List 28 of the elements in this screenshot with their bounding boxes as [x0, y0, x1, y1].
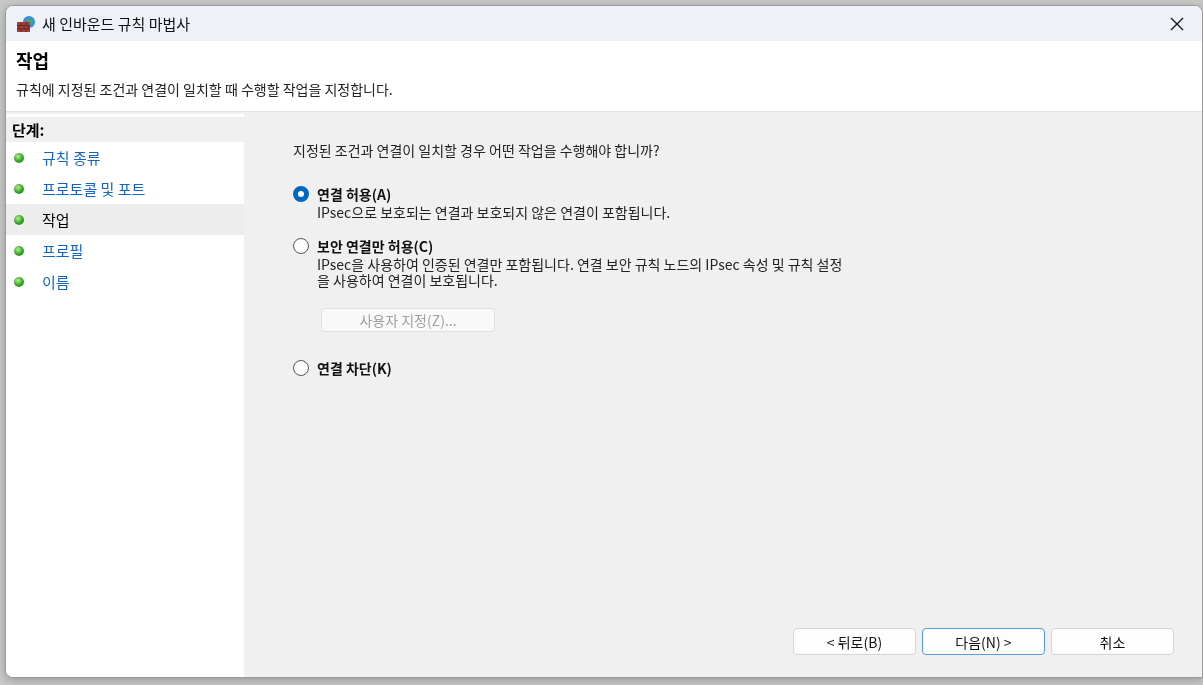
- radio-button[interactable]: [293, 238, 309, 254]
- option-label[interactable]: 연결 허용(A): [317, 184, 392, 204]
- status-dot-icon: [14, 276, 24, 287]
- firewall-globe-icon: [16, 14, 36, 33]
- step-item[interactable]: 프로토콜 및 포트: [6, 173, 244, 204]
- dialog-button[interactable]: < 뒤로(B): [793, 628, 916, 655]
- option-description: IPsec을 사용하여 인증된 연결만 포함됩니다. 연결 보안 규칙 노드의 IPsec 속성 및 규칙 설정을 사용하여 연결이 보호됩니다.: [317, 256, 844, 288]
- status-dot-icon: [14, 152, 24, 163]
- status-dot-icon: [14, 183, 24, 194]
- status-dot-icon: [14, 245, 24, 256]
- step-item[interactable]: 이름: [6, 266, 244, 297]
- question-text: 지정된 조건과 연결이 일치할 경우 어떤 작업을 수행해야 합니까?: [293, 140, 661, 160]
- dialog-button[interactable]: 취소: [1051, 628, 1174, 655]
- option-label[interactable]: 보안 연결만 허용(C): [317, 236, 434, 256]
- status-dot-icon: [14, 214, 24, 225]
- window-title: 새 인바운드 규칙 마법사: [42, 13, 192, 34]
- steps-heading: 단계:: [6, 117, 244, 142]
- step-item[interactable]: 작업: [6, 204, 244, 235]
- dialog-button[interactable]: 다음(N) >: [922, 628, 1045, 655]
- option-label[interactable]: 연결 차단(K): [317, 358, 392, 378]
- step-item[interactable]: 규칙 종류: [6, 142, 244, 173]
- option-description: IPsec으로 보호되는 연결과 보호되지 않은 연결이 포함됩니다.: [317, 204, 672, 220]
- radio-button[interactable]: [293, 360, 309, 376]
- step-item[interactable]: 프로필: [6, 235, 244, 266]
- radio-button[interactable]: [293, 186, 309, 202]
- page-description: 규칙에 지정된 조건과 연결이 일치할 때 수행할 작업을 지정합니다.: [16, 79, 394, 99]
- page-title: 작업: [16, 47, 51, 73]
- close-icon: [1170, 16, 1184, 31]
